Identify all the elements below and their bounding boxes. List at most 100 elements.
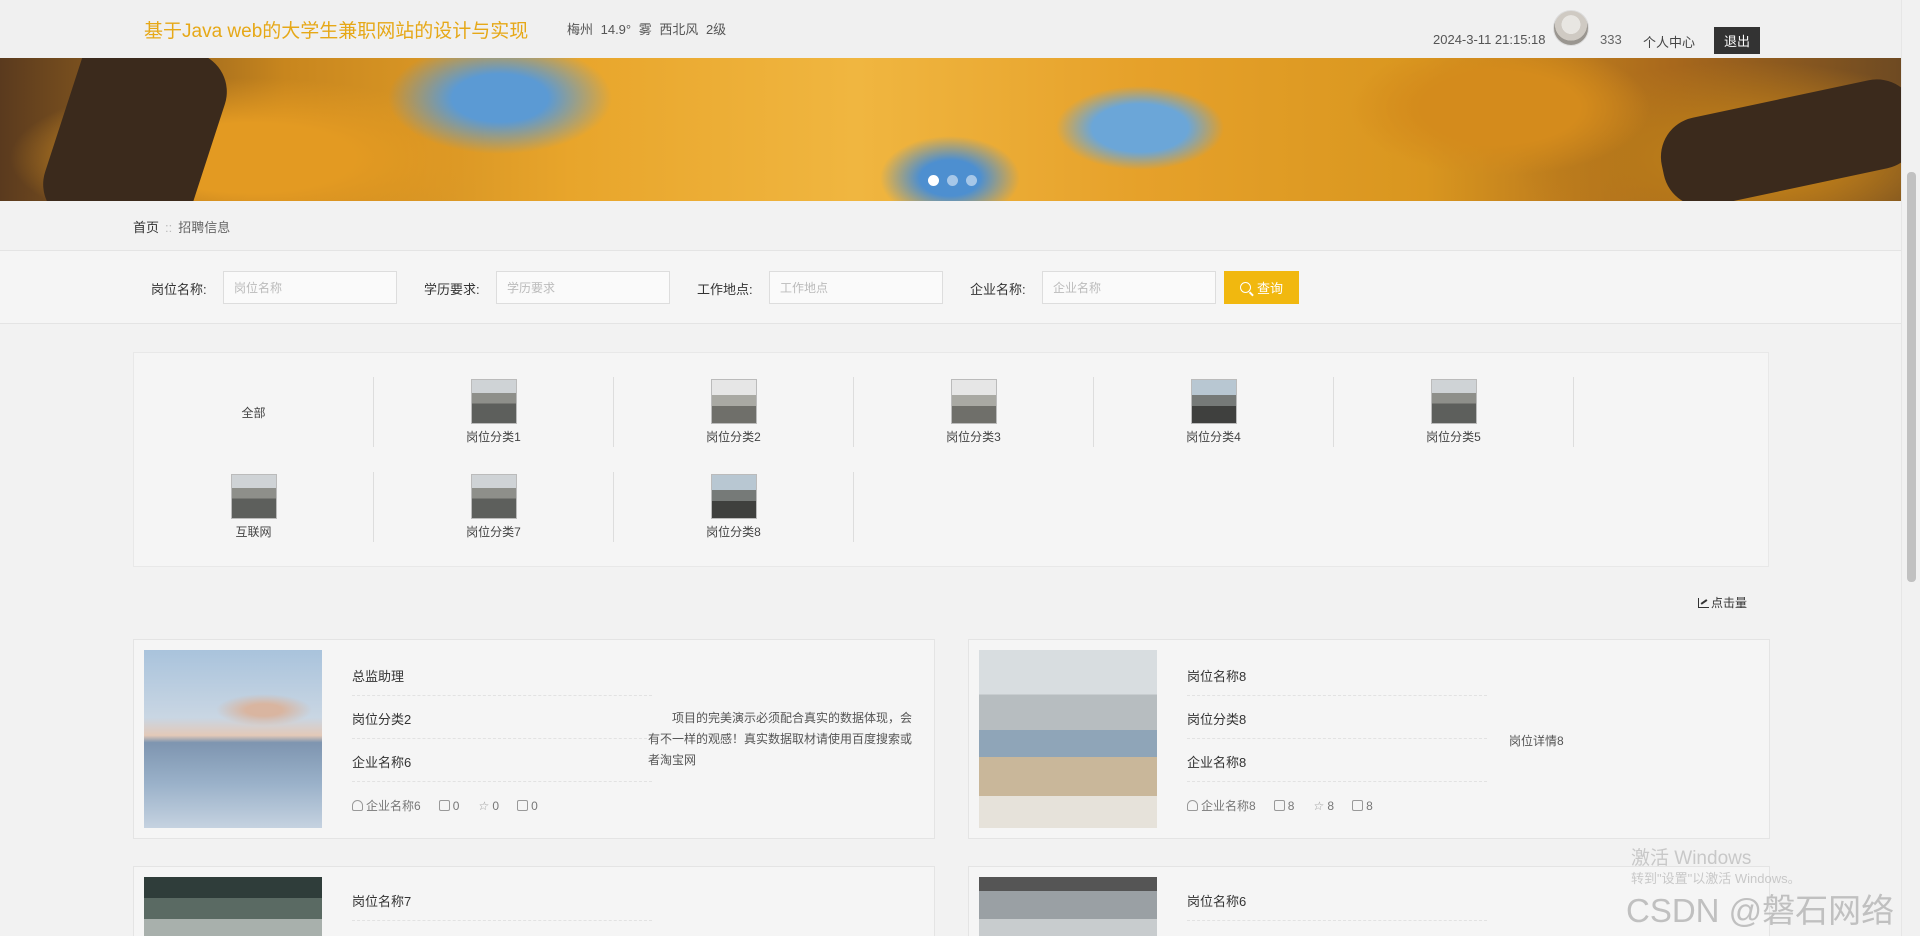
job-description: 项目的完美演示必须配合真实的数据体现，会有不一样的观感！真实数据取材请使用百度搜… bbox=[648, 711, 913, 767]
sort-label: 点击量 bbox=[1711, 596, 1748, 610]
user-icon bbox=[352, 800, 363, 811]
category-item[interactable]: 互联网 bbox=[134, 472, 374, 542]
category-image bbox=[470, 474, 517, 519]
job-category: 岗位分类2 bbox=[352, 709, 652, 739]
education-label: 学历要求: bbox=[424, 282, 480, 297]
category-label: 岗位分类2 bbox=[706, 430, 761, 444]
meta-comments: 8 bbox=[1352, 799, 1373, 813]
weather-info: 梅州 14.9° 雾 西北风 2级 bbox=[567, 22, 727, 37]
search-bar: 岗位名称: 学历要求: 工作地点: 企业名称: 查询 bbox=[0, 250, 1901, 324]
banner-tree-trunk bbox=[32, 58, 238, 201]
education-input[interactable] bbox=[496, 271, 670, 304]
banner-carousel[interactable] bbox=[0, 58, 1901, 201]
category-image bbox=[230, 474, 277, 519]
scrollbar-thumb[interactable] bbox=[1907, 172, 1916, 582]
breadcrumb-separator: :: bbox=[165, 220, 173, 235]
category-item[interactable]: 岗位分类8 bbox=[614, 472, 854, 542]
category-label: 全部 bbox=[241, 405, 266, 420]
job-title[interactable]: 岗位名称8 bbox=[1187, 666, 1487, 696]
category-item[interactable]: 岗位分类4 bbox=[1094, 377, 1334, 447]
query-button-label: 查询 bbox=[1256, 281, 1283, 296]
category-label: 岗位分类5 bbox=[1426, 430, 1481, 444]
page-scrollbar[interactable] bbox=[1901, 0, 1920, 936]
meta-comments: 0 bbox=[517, 799, 538, 813]
search-icon bbox=[1239, 282, 1251, 293]
meta-favorites: ☆ 8 bbox=[1312, 798, 1335, 813]
category-label: 岗位分类4 bbox=[1186, 430, 1241, 444]
job-company: 企业名称8 bbox=[1187, 752, 1487, 782]
category-image bbox=[1190, 379, 1237, 424]
work-location-label: 工作地点: bbox=[697, 282, 753, 297]
comment-icon bbox=[1352, 800, 1364, 811]
category-image bbox=[950, 379, 997, 424]
query-button[interactable]: 查询 bbox=[1224, 271, 1299, 304]
job-image[interactable] bbox=[979, 650, 1157, 828]
carousel-dots bbox=[928, 175, 977, 186]
meta-likes: 0 bbox=[438, 799, 459, 813]
work-location-input[interactable] bbox=[769, 271, 943, 304]
sort-by-clicks[interactable]: 点击量 bbox=[1698, 594, 1747, 611]
breadcrumb: 首页:: 招聘信息 bbox=[133, 217, 230, 236]
category-item[interactable]: 岗位分类2 bbox=[614, 377, 854, 447]
meta-favorites: ☆ 0 bbox=[477, 798, 500, 813]
job-image[interactable] bbox=[144, 650, 322, 828]
category-all[interactable]: 全部 bbox=[134, 377, 374, 447]
category-filter: 全部 岗位分类1 岗位分类2 岗位分类3 岗位分类4 岗位分类5 互联网 岗位分… bbox=[133, 352, 1769, 567]
job-detail: 岗位详情8 bbox=[1509, 734, 1564, 748]
job-title[interactable]: 总监助理 bbox=[352, 666, 652, 696]
category-image bbox=[470, 379, 517, 424]
banner-tree-trunk bbox=[1653, 71, 1901, 201]
username: 333 bbox=[1600, 32, 1622, 47]
job-category: 岗位分类8 bbox=[1187, 709, 1487, 739]
job-image[interactable] bbox=[144, 877, 322, 936]
job-name-input[interactable] bbox=[223, 271, 397, 304]
job-name-label: 岗位名称: bbox=[151, 282, 207, 297]
current-datetime: 2024-3-11 21:15:18 bbox=[1433, 32, 1546, 47]
job-meta: 企业名称6 0 ☆ 0 0 bbox=[352, 797, 538, 814]
category-label: 岗位分类8 bbox=[706, 525, 761, 539]
thumbs-up-icon bbox=[438, 800, 450, 811]
user-avatar[interactable] bbox=[1553, 10, 1589, 46]
personal-center-link[interactable]: 个人中心 bbox=[1643, 32, 1695, 51]
job-title[interactable]: 岗位名称7 bbox=[352, 891, 652, 921]
category-item[interactable]: 岗位分类3 bbox=[854, 377, 1094, 447]
category-label: 互联网 bbox=[235, 525, 272, 539]
job-card[interactable]: 岗位名称8 岗位分类8 企业名称8 企业名称8 8 ☆ 8 8 岗位详情8 bbox=[968, 639, 1770, 839]
meta-company: 企业名称6 bbox=[352, 797, 421, 814]
company-name-input[interactable] bbox=[1042, 271, 1216, 304]
category-image bbox=[1430, 379, 1477, 424]
category-image bbox=[710, 379, 757, 424]
job-card[interactable]: 总监助理 岗位分类2 企业名称6 企业名称6 0 ☆ 0 0 项目的完美演示必须配… bbox=[133, 639, 935, 839]
site-title[interactable]: 基于Java web的大学生兼职网站的设计与实现 bbox=[144, 16, 528, 43]
carousel-dot[interactable] bbox=[947, 175, 958, 186]
category-label: 岗位分类3 bbox=[946, 430, 1001, 444]
job-company: 企业名称6 bbox=[352, 752, 652, 782]
top-bar: 基于Java web的大学生兼职网站的设计与实现 梅州 14.9° 雾 西北风 … bbox=[0, 0, 1920, 58]
breadcrumb-current: 招聘信息 bbox=[178, 220, 231, 235]
meta-company: 企业名称8 bbox=[1187, 797, 1256, 814]
category-label: 岗位分类7 bbox=[466, 525, 521, 539]
windows-activation-title: 激活 Windows bbox=[1631, 848, 1752, 869]
category-item[interactable]: 岗位分类1 bbox=[374, 377, 614, 447]
logout-button[interactable]: 退出 bbox=[1714, 27, 1760, 54]
user-icon bbox=[1187, 800, 1198, 811]
category-label: 岗位分类1 bbox=[466, 430, 521, 444]
carousel-dot[interactable] bbox=[928, 175, 939, 186]
comment-icon bbox=[517, 800, 529, 811]
star-icon: ☆ bbox=[477, 798, 489, 813]
job-meta: 企业名称8 8 ☆ 8 8 bbox=[1187, 797, 1373, 814]
csdn-watermark: CSDN @磐石网络 bbox=[1626, 892, 1895, 929]
job-image[interactable] bbox=[979, 877, 1157, 936]
job-title[interactable]: 岗位名称6 bbox=[1187, 891, 1487, 921]
carousel-dot[interactable] bbox=[966, 175, 977, 186]
star-icon: ☆ bbox=[1312, 798, 1324, 813]
job-card[interactable]: 岗位名称7 bbox=[133, 866, 935, 936]
category-item[interactable]: 岗位分类7 bbox=[374, 472, 614, 542]
thumbs-up-icon bbox=[1273, 800, 1285, 811]
meta-likes: 8 bbox=[1273, 799, 1294, 813]
category-image bbox=[710, 474, 757, 519]
category-item[interactable]: 岗位分类5 bbox=[1334, 377, 1574, 447]
breadcrumb-home[interactable]: 首页 bbox=[133, 220, 159, 235]
company-name-label: 企业名称: bbox=[970, 282, 1026, 297]
chart-icon bbox=[1698, 597, 1709, 608]
